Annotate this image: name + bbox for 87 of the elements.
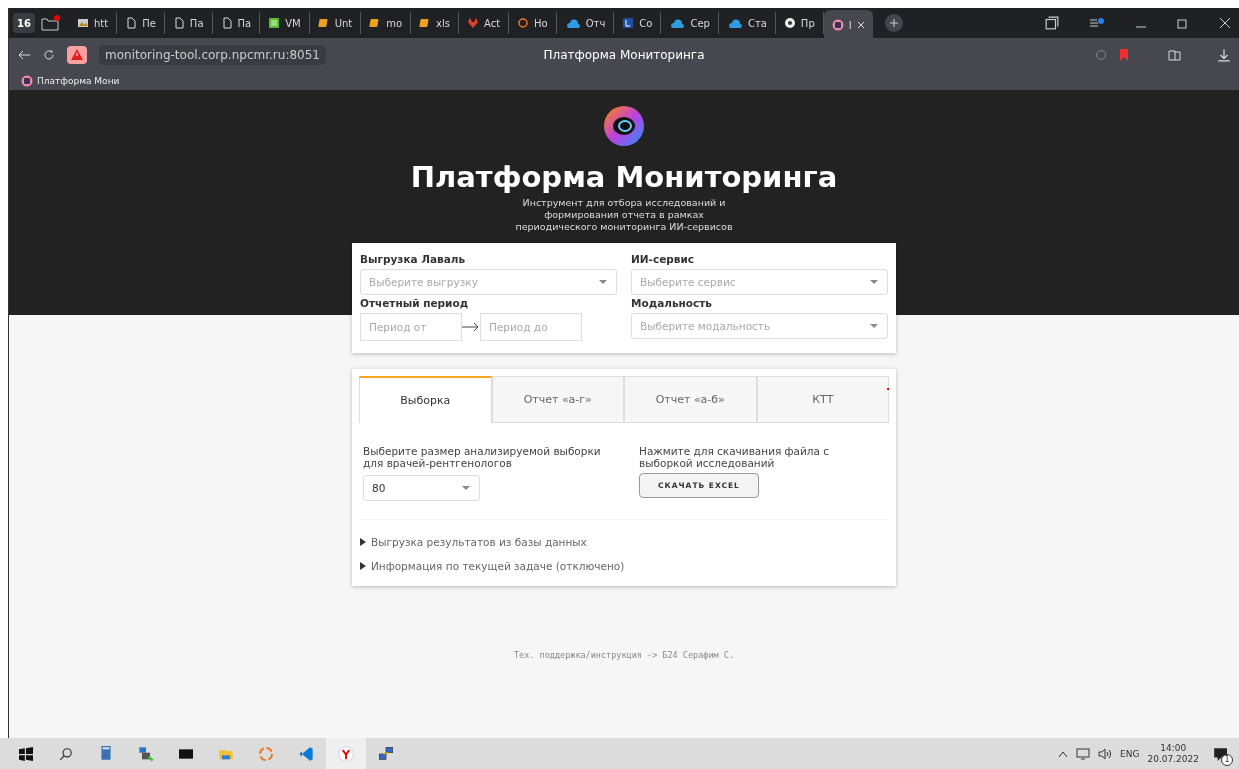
ring-icon (517, 17, 530, 29)
language-indicator[interactable]: ENG (1120, 748, 1140, 759)
tab[interactable]: Отчет «а-б» (624, 376, 757, 423)
image-icon (77, 17, 89, 29)
browser-tab[interactable]: Co (614, 12, 662, 34)
tab[interactable]: Выборка (359, 376, 492, 423)
browser-tab[interactable]: VM (260, 12, 310, 34)
download-icon[interactable] (1217, 48, 1231, 62)
browser-tab[interactable]: Сер (661, 12, 719, 34)
folder-add-icon[interactable] (41, 15, 61, 31)
browser-tab[interactable]: htt (69, 12, 118, 34)
field-label: Отчетный период (360, 297, 470, 309)
caret-right-icon[interactable] (359, 538, 367, 546)
plus-icon[interactable] (884, 14, 903, 32)
field-label: ИИ-сервис (631, 253, 696, 265)
browser-icon (338, 745, 354, 762)
search-icon[interactable] (59, 746, 73, 761)
browser-tab[interactable]: Пр (775, 12, 824, 34)
caret-down-icon (869, 323, 879, 329)
browser-tab[interactable]: Act (459, 12, 510, 34)
caret-down-icon (869, 279, 879, 285)
arrow-right-icon (462, 322, 480, 332)
chevron-up-icon[interactable] (1058, 749, 1069, 758)
calculator-icon (99, 745, 113, 762)
windows-icon (19, 746, 33, 761)
browser-tab[interactable]: Ста (718, 12, 776, 34)
browser-tab[interactable]: Па (212, 12, 261, 34)
circle-icon (783, 17, 796, 29)
footer-text: Тех. поддержка/инструкция -> Б24 Серафим С. (513, 650, 735, 660)
bookmark-item[interactable]: Платформа Мони (21, 75, 120, 87)
browser-tab[interactable]: Отч (556, 12, 615, 34)
browser-tab[interactable]: Пе (117, 12, 165, 34)
browser-tab[interactable]: Па (164, 12, 213, 34)
notebook-icon (317, 17, 330, 29)
document-icon (220, 17, 233, 29)
tab-counter[interactable]: 16 (13, 13, 35, 33)
caret-right-icon[interactable] (359, 562, 367, 570)
cards-icon[interactable] (1045, 16, 1059, 30)
sample-size-prompt: Выберите размер анализируемой выборки для врачей-рентгенологов (363, 445, 602, 469)
network-icon (378, 745, 394, 762)
app-icon (21, 75, 33, 87)
terminal-icon (177, 746, 195, 761)
sample-size-select[interactable]: 80 (363, 475, 480, 501)
notification-button[interactable]: 1 (1207, 741, 1233, 766)
caret-down-icon (598, 279, 608, 285)
warning-icon (67, 46, 87, 64)
tab[interactable]: КТТ (756, 376, 889, 423)
menu-icon[interactable] (1089, 17, 1105, 29)
section-toggle[interactable]: Выгрузка результатов из базы данных (371, 536, 587, 548)
spreadsheet-icon (268, 17, 281, 29)
browser-tab[interactable]: mo (361, 12, 412, 34)
browser-tab[interactable]: Ho (509, 12, 557, 34)
page-title: Платформа Мониторинга (543, 48, 705, 62)
code-editor-icon (298, 745, 314, 762)
document-icon (125, 17, 138, 29)
browser-tab[interactable]: xls (411, 12, 459, 34)
logo-icon (603, 105, 645, 147)
lock-icon (138, 745, 154, 762)
back-icon[interactable] (17, 49, 31, 61)
restore-icon[interactable] (1177, 17, 1189, 29)
page-subtitle: Инструмент для отбора исследований и формирования отчета в рамках периодического мониторинга ИИ-сервисов (514, 197, 734, 233)
cloud-icon (726, 17, 743, 29)
caret-down-icon (461, 485, 471, 491)
speaker-icon[interactable] (1098, 747, 1113, 760)
clock[interactable]: 14:00 20.07.2022 (1147, 742, 1199, 765)
browser-tab[interactable]: I (823, 10, 873, 40)
download-prompt: Нажмите для скачивания файла с выборкой исследований (639, 445, 831, 469)
cloud-icon (669, 17, 686, 29)
page-heading: Платформа Мониторинга (410, 159, 838, 196)
close-icon[interactable] (1219, 17, 1231, 29)
field-label: Выгрузка Лаваль (360, 253, 467, 265)
document-icon (172, 17, 185, 29)
square-icon (622, 17, 635, 29)
browser-tab[interactable]: Unt (309, 12, 362, 34)
tab[interactable]: Отчет «а-г» (491, 376, 624, 423)
reload-icon[interactable] (43, 49, 55, 61)
app-icon (831, 19, 844, 31)
ring-icon (258, 745, 274, 762)
address-field[interactable]: monitoring-tool.corp.npcmr.ru:8051 (99, 45, 326, 65)
fox-icon (467, 17, 479, 29)
close-icon[interactable] (856, 21, 865, 29)
message-icon (1213, 746, 1227, 761)
field-label: Модальность (631, 297, 713, 309)
section-toggle[interactable]: Информация по текущей задаче (отключено) (371, 560, 625, 572)
cloud-icon (564, 17, 581, 29)
monitor-icon[interactable] (1076, 747, 1091, 760)
extension-icon[interactable] (1167, 47, 1183, 63)
